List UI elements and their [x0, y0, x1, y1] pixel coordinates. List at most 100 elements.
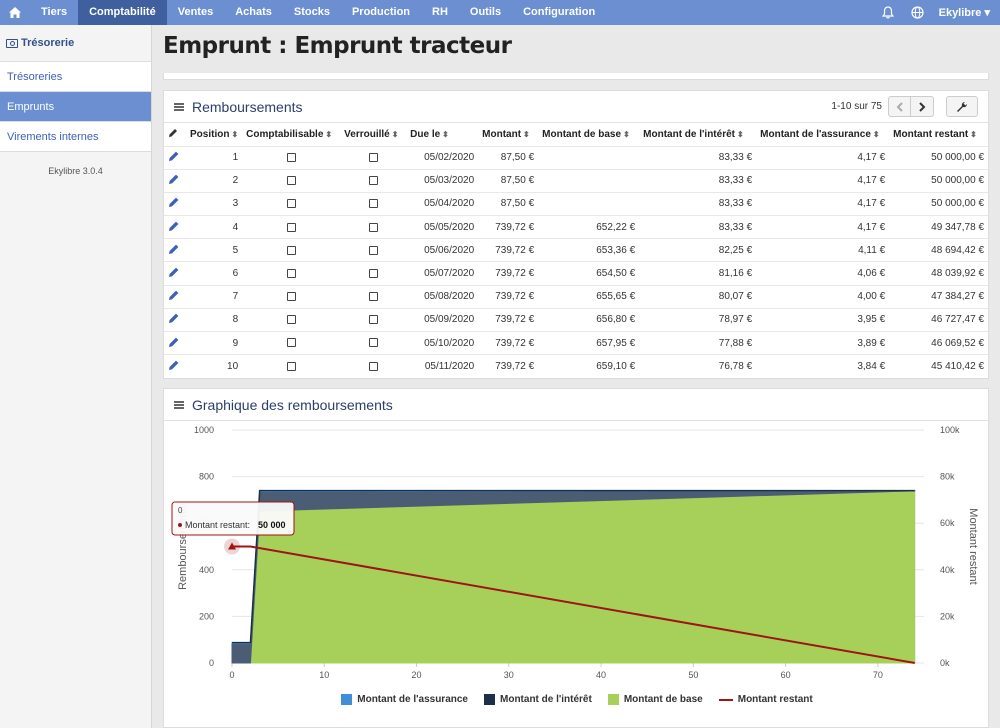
legend-item-base[interactable]: Montant de base [607, 694, 703, 705]
y2-tick-label: 80k [940, 472, 955, 482]
comptabilisable-checkbox[interactable] [286, 338, 296, 348]
edit-row-button[interactable] [164, 191, 186, 216]
pencil-icon [169, 267, 179, 278]
y-tick-label: 1000 [194, 425, 214, 435]
verrouille-checkbox[interactable] [368, 268, 378, 278]
chart-panel: Graphique des remboursements 0 0k 200 20k 40… [163, 388, 989, 728]
edit-row-button[interactable] [164, 168, 186, 193]
tooltip-label: Montant restant: [185, 520, 250, 530]
column-header-verrouille[interactable]: Verrouillé ⬍ [340, 123, 406, 146]
edit-row-button[interactable] [164, 238, 186, 262]
cell-due-le: 05/08/2020 [406, 284, 479, 309]
pencil-icon [169, 174, 179, 185]
nav-item-outils[interactable]: Outils [459, 0, 512, 25]
nav-item-comptabilite[interactable]: Comptabilité [78, 0, 167, 25]
globe-icon [911, 6, 924, 19]
edit-row-button[interactable] [164, 330, 186, 355]
cell-comptabilisable [242, 191, 341, 216]
comptabilisable-checkbox[interactable] [286, 361, 296, 371]
cell-position: 7 [186, 284, 243, 309]
verrouille-checkbox[interactable] [368, 152, 378, 162]
top-navbar: Tiers Comptabilité Ventes Achats Stocks … [0, 0, 1000, 25]
column-header-montant-assurance[interactable]: Montant de l'assurance ⬍ [756, 123, 889, 146]
tooltip-header: 0 [178, 506, 183, 515]
table-header-row: Position ⬍ Comptabilisable ⬍ Verrouillé ⬍ D… [164, 123, 988, 146]
table-settings-button[interactable] [946, 96, 978, 117]
cell-montant-restant: 46 069,52 € [889, 330, 988, 355]
column-header-position[interactable]: Position ⬍ [186, 123, 242, 146]
sidebar-item-tresoreries[interactable]: Trésoreries [0, 62, 151, 92]
verrouille-checkbox[interactable] [368, 315, 378, 325]
edit-row-button[interactable] [164, 145, 186, 170]
nav-item-production[interactable]: Production [341, 0, 421, 25]
verrouille-checkbox[interactable] [368, 361, 378, 371]
sidebar-title: Trésorerie [0, 25, 151, 62]
legend-item-interet[interactable]: Montant de l'intérêt [484, 694, 592, 705]
comptabilisable-checkbox[interactable] [286, 222, 296, 232]
x-tick-label: 0 [229, 670, 234, 680]
edit-column-header [164, 123, 186, 146]
verrouille-checkbox[interactable] [368, 222, 378, 232]
edit-row-button[interactable] [164, 215, 186, 239]
sidebar-item-virements-internes[interactable]: Virements internes [0, 122, 151, 152]
cell-montant: 739,72 € [478, 261, 539, 286]
column-header-montant-restant[interactable]: Montant restant ⬍ [889, 123, 988, 146]
edit-row-button[interactable] [164, 284, 186, 309]
sidebar-item-emprunts[interactable]: Emprunts [0, 92, 151, 122]
column-header-montant[interactable]: Montant ⬍ [478, 123, 538, 146]
pencil-icon [169, 314, 179, 324]
notifications-button[interactable] [873, 0, 903, 25]
comptabilisable-checkbox[interactable] [286, 315, 296, 325]
legend-item-assurance[interactable]: Montant de l'assurance [341, 694, 468, 705]
comptabilisable-checkbox[interactable] [286, 268, 296, 278]
cell-montant-de-base [538, 191, 640, 216]
cell-montant-de-base: 653,36 € [538, 238, 640, 262]
edit-row-button[interactable] [164, 307, 186, 332]
column-header-montant-interet[interactable]: Montant de l'intérêt ⬍ [639, 123, 756, 146]
cell-montant-de-base [538, 168, 640, 193]
cell-verrouille [340, 191, 407, 216]
comptabilisable-checkbox[interactable] [286, 292, 296, 302]
previous-page-button[interactable] [888, 96, 911, 117]
pagination: 1-10 sur 75 [831, 96, 978, 117]
verrouille-checkbox[interactable] [368, 338, 378, 348]
verrouille-checkbox[interactable] [368, 199, 378, 209]
cell-montant-assurance: 4,06 € [756, 261, 890, 286]
nav-item-ventes[interactable]: Ventes [167, 0, 224, 25]
column-header-montant-de-base[interactable]: Montant de base ⬍ [538, 123, 639, 146]
cell-due-le: 05/04/2020 [406, 191, 479, 216]
verrouille-checkbox[interactable] [368, 176, 378, 186]
edit-row-button[interactable] [164, 354, 186, 378]
user-menu[interactable]: Ekylibre ▾ [933, 6, 1000, 19]
language-button[interactable] [903, 0, 933, 25]
nav-item-achats[interactable]: Achats [224, 0, 283, 25]
nav-item-tiers[interactable]: Tiers [30, 0, 78, 25]
comptabilisable-checkbox[interactable] [286, 176, 296, 186]
cell-position: 10 [186, 354, 243, 378]
comptabilisable-checkbox[interactable] [286, 199, 296, 209]
repayments-table: Position ⬍ Comptabilisable ⬍ Verrouillé ⬍ D… [164, 123, 988, 378]
x-tick-label: 70 [873, 670, 883, 680]
comptabilisable-checkbox[interactable] [286, 245, 296, 255]
verrouille-checkbox[interactable] [368, 245, 378, 255]
next-page-button[interactable] [911, 96, 934, 117]
column-header-due-le[interactable]: Due le ⬍ [406, 123, 478, 146]
legend-item-restant[interactable]: Montant restant [718, 694, 813, 705]
nav-item-configuration[interactable]: Configuration [512, 0, 606, 25]
pencil-icon [169, 360, 179, 371]
nav-item-rh[interactable]: RH [421, 0, 459, 25]
verrouille-checkbox[interactable] [368, 292, 378, 302]
cell-verrouille [340, 307, 407, 332]
home-button[interactable] [0, 0, 30, 25]
nav-item-stocks[interactable]: Stocks [283, 0, 341, 25]
comptabilisable-checkbox[interactable] [286, 152, 296, 162]
cell-due-le: 05/06/2020 [406, 238, 479, 262]
cell-position: 1 [186, 145, 243, 170]
column-header-comptabilisable[interactable]: Comptabilisable ⬍ [242, 123, 340, 146]
pencil-icon [169, 290, 179, 301]
edit-row-button[interactable] [164, 261, 186, 286]
cell-montant-de-base [538, 145, 640, 170]
cell-position: 4 [186, 215, 243, 239]
chart-legend: Montant de l'assurance Montant de l'inté… [164, 694, 990, 705]
cell-montant: 739,72 € [478, 215, 539, 239]
